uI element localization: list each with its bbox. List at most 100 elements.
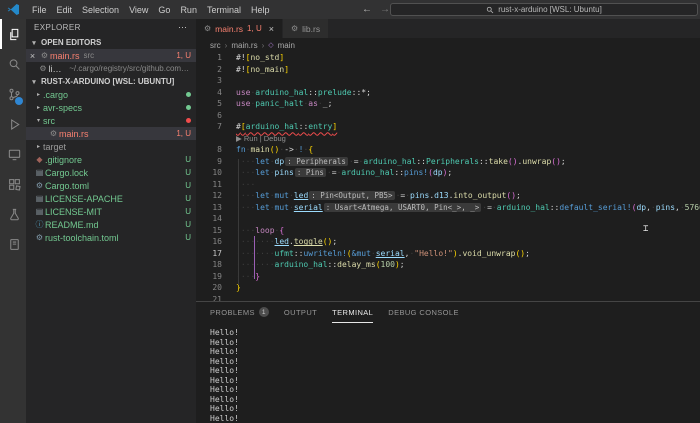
breadcrumb-item-main[interactable]: main	[278, 41, 295, 50]
explorer-title: EXPLORER	[34, 23, 81, 32]
menu-go[interactable]: Go	[153, 5, 175, 15]
menu-view[interactable]: View	[124, 5, 153, 15]
gear-file-icon: ⚙	[34, 233, 45, 242]
activity-extensions-button[interactable]	[0, 169, 26, 199]
code-line-14: 14	[196, 213, 700, 225]
tab-label: main.rs	[215, 24, 243, 34]
tree-item-LICENSE-APACHE[interactable]: ▤LICENSE-APACHEU	[26, 192, 196, 205]
terminal-output[interactable]: Hello!Hello!Hello!Hello!Hello!Hello!Hell…	[196, 323, 700, 423]
chevron-down-icon: ▾	[34, 117, 43, 124]
chevron-down-icon: ▾	[30, 78, 38, 86]
menu-bar: FileEditSelectionViewGoRunTerminalHelp	[27, 5, 274, 15]
folder-status-dot	[186, 105, 191, 110]
menu-help[interactable]: Help	[246, 5, 275, 15]
panel-tab-debug-console[interactable]: DEBUG CONSOLE	[388, 302, 459, 323]
code-line-16: 16········led.toggle();	[196, 236, 700, 248]
line-number: 1	[196, 53, 222, 62]
open-editor-lib.rs[interactable]: ⚙lib.rs~/.cargo/registry/src/github.com-…	[26, 62, 196, 75]
tree-item-Cargo.lock[interactable]: ▤Cargo.lockU	[26, 166, 196, 179]
menu-terminal[interactable]: Terminal	[202, 5, 246, 15]
line-number: 4	[196, 88, 222, 97]
tab-label: lib.rs	[302, 24, 320, 34]
tree-item-LICENSE-MIT[interactable]: ▤LICENSE-MITU	[26, 205, 196, 218]
breadcrumb-separator: ›	[225, 41, 228, 50]
open-editor-main.rs[interactable]: ×⚙main.rssrc1, U	[26, 49, 196, 62]
line-number: 11	[196, 180, 222, 189]
chevron-down-icon: ▾	[30, 39, 38, 47]
breadcrumb-item-main.rs[interactable]: main.rs	[231, 41, 257, 50]
editor-tabs: ⚙main.rs1, U×⚙lib.rs	[196, 19, 700, 38]
panel-tab-problems[interactable]: PROBLEMS1	[210, 302, 269, 323]
line-number: 18	[196, 260, 222, 269]
forward-icon[interactable]: →	[380, 4, 390, 15]
rust-file-icon: ⚙	[204, 24, 211, 33]
tree-item-README.md[interactable]: ⓘREADME.mdU	[26, 218, 196, 231]
code-editor[interactable]: 1#![no_std]2#![no_main]34use·arduino_hal…	[196, 52, 700, 301]
menu-run[interactable]: Run	[175, 5, 202, 15]
bracket-pair-guide	[254, 236, 255, 279]
git-status-badge: U	[181, 233, 191, 242]
line-number: 12	[196, 191, 222, 200]
line-number: 19	[196, 272, 222, 281]
code-line-8: 8fn·main()·->·!·{	[196, 144, 700, 156]
activity-remote-explorer-button[interactable]	[0, 139, 26, 169]
tree-item-target[interactable]: ▸target	[26, 140, 196, 153]
close-icon[interactable]: ×	[26, 51, 39, 61]
back-icon[interactable]: ←	[362, 4, 372, 15]
close-icon[interactable]: ×	[269, 24, 274, 34]
file-tree: ▸.cargo▸avr-specs▾src⚙main.rs1, U▸target…	[26, 88, 196, 244]
activity-source-control-button[interactable]	[0, 79, 26, 109]
vscode-window: FileEditSelectionViewGoRunTerminalHelp ←…	[0, 0, 700, 423]
rust-file-icon: ⚙	[39, 51, 50, 60]
more-actions-icon[interactable]: ⋯	[178, 22, 188, 33]
inlay-type-hint: : Pin<Output, PB5>	[309, 191, 394, 200]
activity-explorer-button[interactable]	[0, 19, 26, 49]
code-line-15: 15····loop·{	[196, 225, 700, 237]
code-line-5: 5use·panic_halt·as·_;	[196, 98, 700, 110]
terminal-line: Hello!	[210, 338, 700, 348]
tree-item-Cargo.toml[interactable]: ⚙Cargo.tomlU	[26, 179, 196, 192]
line-number: 7	[196, 122, 222, 131]
menu-selection[interactable]: Selection	[77, 5, 124, 15]
open-editors-header[interactable]: ▾ OPEN EDITORS	[26, 36, 196, 49]
tree-item-.cargo[interactable]: ▸.cargo	[26, 88, 196, 101]
item-label: Cargo.lock	[45, 168, 88, 178]
file-file-icon: ▤	[34, 168, 45, 177]
breadcrumb-separator: ›	[262, 41, 265, 50]
git-status-badge: U	[181, 194, 191, 203]
code-line-1: 1#![no_std]	[196, 52, 700, 64]
nav-arrows: ← →	[362, 0, 390, 19]
menu-file[interactable]: File	[27, 5, 52, 15]
command-center-search[interactable]: rust-x-arduino [WSL: Ubuntu]	[390, 3, 698, 16]
breadcrumb-item-src[interactable]: src	[210, 41, 221, 50]
line-number: 10	[196, 168, 222, 177]
tree-item-main.rs[interactable]: ⚙main.rs1, U	[26, 127, 196, 140]
menu-edit[interactable]: Edit	[52, 5, 78, 15]
inlay-type-hint: : Usart<Atmega, USART0, Pin<_>, _>	[324, 203, 482, 212]
rust-file-icon: ⚙	[291, 24, 298, 33]
item-label: .gitignore	[45, 155, 82, 165]
git-file-icon: ◆	[34, 155, 45, 164]
activity-testing-button[interactable]	[0, 199, 26, 229]
panel-tab-output[interactable]: OUTPUT	[284, 302, 317, 323]
panel-tab-terminal[interactable]: TERMINAL	[332, 302, 373, 323]
code-line-12: 12····let·mut·led: Pin<Output, PB5>·=·pi…	[196, 190, 700, 202]
code-lens[interactable]: ▶ Run | Debug	[196, 133, 700, 145]
tab-lib.rs[interactable]: ⚙ lib.rs	[283, 19, 329, 38]
activity-run-debug-button[interactable]	[0, 109, 26, 139]
activity-bar	[0, 19, 26, 423]
tree-item-src[interactable]: ▾src	[26, 114, 196, 127]
line-number: 13	[196, 203, 222, 212]
tree-item-rust-toolchain.toml[interactable]: ⚙rust-toolchain.tomlU	[26, 231, 196, 244]
workspace-header[interactable]: ▾ RUST-X-ARDUINO [WSL: UBUNTU]	[26, 75, 196, 88]
tree-item-.gitignore[interactable]: ◆.gitignoreU	[26, 153, 196, 166]
chevron-right-icon: ▸	[34, 91, 43, 98]
activity-search-button[interactable]	[0, 49, 26, 79]
activity-notebook-button[interactable]	[0, 229, 26, 259]
tab-main.rs[interactable]: ⚙main.rs1, U×	[196, 19, 283, 38]
tree-item-avr-specs[interactable]: ▸avr-specs	[26, 101, 196, 114]
breadcrumb[interactable]: src›main.rs›◇main	[196, 38, 700, 52]
item-label: src	[43, 116, 55, 126]
open-editors-list: ×⚙main.rssrc1, U⚙lib.rs~/.cargo/registry…	[26, 49, 196, 75]
line-number: 21	[196, 295, 222, 301]
